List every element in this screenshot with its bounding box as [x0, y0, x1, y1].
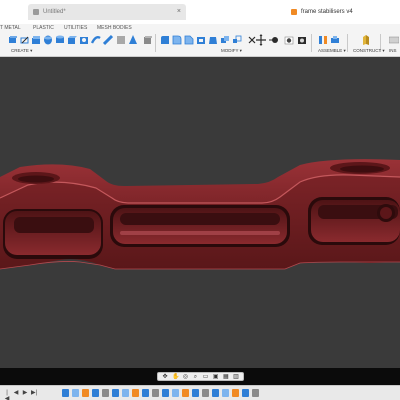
timeline-feature-icon[interactable] — [182, 389, 189, 397]
app-window: Untitled* × frame stabilisers v4 T METAL… — [0, 0, 400, 400]
align-icon[interactable] — [269, 34, 279, 46]
move-copy-icon[interactable] — [256, 34, 266, 46]
zoom-icon[interactable]: ⌕ — [192, 374, 198, 380]
tool-icons-row — [0, 34, 400, 52]
construct-menu[interactable]: CONSTRUCT ▾ — [353, 48, 385, 54]
timeline-features — [62, 389, 259, 397]
cross-hole-inner — [380, 207, 392, 219]
timeline-feature-icon[interactable] — [162, 389, 169, 397]
extrude-icon[interactable] — [31, 34, 41, 46]
toolbar-divider — [311, 34, 312, 52]
play-icon[interactable]: ▶ — [22, 390, 28, 396]
hole-icon[interactable] — [79, 34, 89, 46]
thicken-icon[interactable] — [128, 34, 138, 46]
slot-left[interactable] — [3, 209, 103, 259]
timeline-feature-icon[interactable] — [102, 389, 109, 397]
cylinder-icon[interactable] — [55, 34, 65, 46]
document-icon — [33, 9, 39, 15]
left-hole — [18, 175, 54, 183]
fillet-icon[interactable] — [172, 34, 182, 46]
shell-icon[interactable] — [196, 34, 206, 46]
timeline-feature-icon[interactable] — [132, 389, 139, 397]
timeline-feature-icon[interactable] — [152, 389, 159, 397]
chamfer-icon[interactable] — [184, 34, 194, 46]
physical-material-icon[interactable] — [284, 34, 294, 46]
slot-middle[interactable] — [110, 205, 290, 247]
document-tab-label: Untitled* — [43, 9, 66, 15]
viewports-icon[interactable]: ▥ — [233, 374, 239, 380]
design-canvas[interactable] — [0, 57, 400, 368]
document-tab-untitled[interactable]: Untitled* × — [28, 4, 186, 20]
create-sketch-icon[interactable] — [20, 34, 30, 46]
new-component-icon[interactable] — [8, 34, 18, 46]
press-pull-icon[interactable] — [160, 34, 170, 46]
timeline-feature-icon[interactable] — [82, 389, 89, 397]
timeline-controls: |◀ ◀ ▶ ▶| — [4, 390, 38, 400]
modify-menu[interactable]: MODIFY ▾ — [221, 48, 242, 54]
timeline-feature-icon[interactable] — [202, 389, 209, 397]
tab-utilities[interactable]: UTILITIES — [64, 25, 87, 31]
combine-icon[interactable] — [220, 34, 230, 46]
new-joint-icon[interactable] — [318, 34, 328, 46]
tab-plastic[interactable]: PLASTIC — [33, 25, 54, 31]
inspect-menu[interactable]: INS — [389, 48, 397, 53]
timeline-bar: |◀ ◀ ▶ ▶| — [0, 385, 400, 400]
pan-icon[interactable]: ✋ — [172, 374, 179, 380]
design-document-icon — [291, 9, 297, 15]
title-bar: Untitled* × frame stabilisers v4 — [0, 0, 400, 25]
scale-icon[interactable] — [232, 34, 242, 46]
loft-icon[interactable] — [143, 34, 153, 46]
ribbon-toolbar: T METAL PLASTIC UTILITIES MESH BODIES CR… — [0, 24, 400, 57]
sweep-icon[interactable] — [91, 34, 101, 46]
grid-icon[interactable]: ▦ — [223, 374, 229, 380]
appearance-icon[interactable] — [297, 34, 307, 46]
pipe-icon[interactable] — [103, 34, 113, 46]
document-tab-label: frame stabilisers v4 — [301, 9, 353, 15]
timeline-feature-icon[interactable] — [72, 389, 79, 397]
navigation-bar: ✥ ✋ ◎ ⌕ ▭ ▣ ▦ ▥ — [157, 372, 244, 381]
close-tab-icon[interactable]: × — [177, 4, 181, 20]
timeline-feature-icon[interactable] — [222, 389, 229, 397]
model-view — [0, 159, 400, 270]
as-built-joint-icon[interactable] — [330, 34, 340, 46]
timeline-feature-icon[interactable] — [192, 389, 199, 397]
revolve-icon[interactable] — [43, 34, 53, 46]
go-to-end-icon[interactable]: ▶| — [31, 390, 37, 396]
display-settings-icon[interactable]: ▣ — [213, 374, 219, 380]
timeline-feature-icon[interactable] — [252, 389, 259, 397]
timeline-feature-icon[interactable] — [232, 389, 239, 397]
timeline-feature-icon[interactable] — [212, 389, 219, 397]
fit-icon[interactable]: ▭ — [203, 374, 209, 380]
offset-plane-icon[interactable] — [361, 34, 371, 46]
timeline-feature-icon[interactable] — [172, 389, 179, 397]
measure-icon[interactable] — [389, 34, 399, 46]
look-at-icon[interactable]: ◎ — [182, 374, 188, 380]
coil-icon[interactable] — [116, 34, 126, 46]
draft-icon[interactable] — [208, 34, 218, 46]
create-menu[interactable]: CREATE ▾ — [11, 48, 32, 54]
go-to-start-icon[interactable]: |◀ — [4, 390, 10, 400]
timeline-feature-icon[interactable] — [112, 389, 119, 397]
orbit-icon[interactable]: ✥ — [162, 374, 168, 380]
timeline-feature-icon[interactable] — [242, 389, 249, 397]
toolbar-divider — [155, 34, 156, 52]
toolbar-divider — [347, 34, 348, 52]
assemble-menu[interactable]: ASSEMBLE ▾ — [318, 48, 346, 54]
timeline-feature-icon[interactable] — [92, 389, 99, 397]
tab-mesh-bodies[interactable]: MESH BODIES — [97, 25, 132, 31]
timeline-feature-icon[interactable] — [122, 389, 129, 397]
document-tab-frame-stabilisers[interactable]: frame stabilisers v4 — [286, 4, 400, 20]
timeline-feature-icon[interactable] — [142, 389, 149, 397]
timeline-feature-icon[interactable] — [62, 389, 69, 397]
right-hole — [340, 165, 384, 173]
step-back-icon[interactable]: ◀ — [13, 390, 19, 396]
tab-sheet-metal[interactable]: T METAL — [0, 25, 21, 31]
box-icon[interactable] — [67, 34, 77, 46]
